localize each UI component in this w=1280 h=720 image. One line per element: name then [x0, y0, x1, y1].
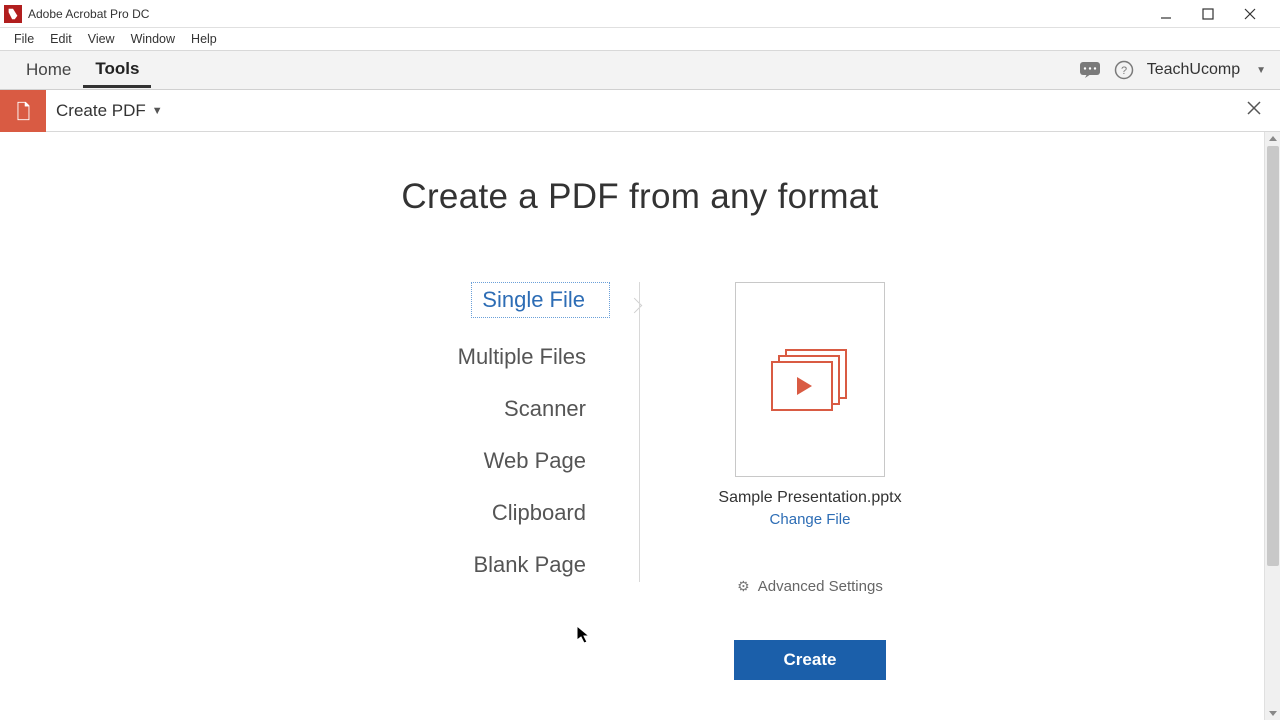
svg-text:?: ?	[1121, 65, 1127, 77]
title-bar: Adobe Acrobat Pro DC	[0, 0, 1280, 28]
preview-column: Sample Presentation.pptx Change File ⚙ A…	[670, 282, 950, 680]
scrollbar-thumb[interactable]	[1267, 146, 1279, 566]
tool-header: Create PDF ▼	[0, 90, 1280, 132]
nav-home[interactable]: Home	[14, 54, 83, 86]
user-name[interactable]: TeachUcomp	[1147, 61, 1240, 79]
page-heading: Create a PDF from any format	[0, 177, 1280, 217]
user-dropdown-icon[interactable]: ▼	[1256, 65, 1266, 76]
vertical-scrollbar[interactable]	[1264, 132, 1280, 720]
advanced-settings-link[interactable]: ⚙ Advanced Settings	[737, 578, 883, 595]
maximize-button[interactable]	[1196, 4, 1220, 24]
source-clipboard[interactable]: Clipboard	[330, 500, 610, 526]
pptx-file-icon	[771, 349, 849, 411]
change-file-link[interactable]: Change File	[770, 511, 851, 528]
nav-tools[interactable]: Tools	[83, 53, 151, 88]
source-list: Single File Multiple Files Scanner Web P…	[330, 282, 610, 680]
source-blank-page[interactable]: Blank Page	[330, 552, 610, 578]
main-content: Create a PDF from any format Single File…	[0, 132, 1280, 720]
close-tool-button[interactable]	[1228, 99, 1280, 122]
help-icon[interactable]: ?	[1113, 59, 1135, 81]
menu-edit[interactable]: Edit	[42, 30, 80, 48]
window-title: Adobe Acrobat Pro DC	[28, 7, 149, 21]
source-web-page[interactable]: Web Page	[330, 448, 610, 474]
selected-file-name: Sample Presentation.pptx	[718, 489, 901, 507]
app-icon	[4, 5, 22, 23]
close-window-button[interactable]	[1238, 4, 1262, 24]
tool-dropdown-icon[interactable]: ▼	[152, 105, 163, 117]
minimize-button[interactable]	[1154, 4, 1178, 24]
notifications-icon[interactable]	[1079, 59, 1101, 81]
source-multiple-files[interactable]: Multiple Files	[330, 344, 610, 370]
source-single-file[interactable]: Single File	[471, 282, 610, 318]
advanced-settings-label: Advanced Settings	[758, 578, 883, 595]
menu-view[interactable]: View	[80, 30, 123, 48]
create-button[interactable]: Create	[734, 640, 886, 680]
gear-icon: ⚙	[737, 578, 750, 595]
tool-title[interactable]: Create PDF	[46, 101, 156, 121]
menu-window[interactable]: Window	[123, 30, 183, 48]
nav-bar: Home Tools ? TeachUcomp ▼	[0, 50, 1280, 90]
menu-bar: File Edit View Window Help	[0, 28, 1280, 50]
create-pdf-icon	[0, 90, 46, 132]
file-preview[interactable]	[735, 282, 885, 477]
source-scanner[interactable]: Scanner	[330, 396, 610, 422]
menu-file[interactable]: File	[6, 30, 42, 48]
menu-help[interactable]: Help	[183, 30, 225, 48]
